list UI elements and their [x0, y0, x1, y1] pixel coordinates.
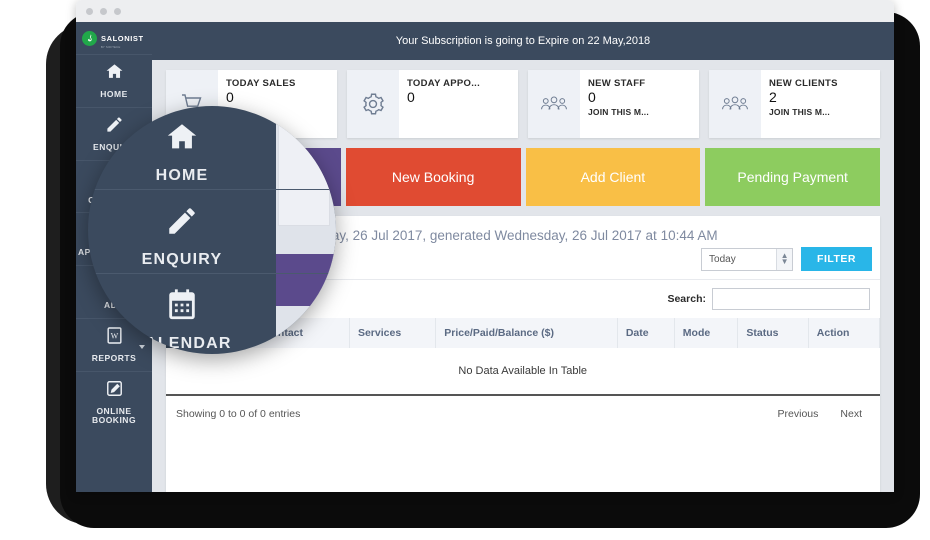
search-label: Search:: [667, 293, 706, 305]
brand-name-block: SALONIST BY SOFTECH: [101, 28, 144, 49]
magnifier-item-calendar-inner: CALENDAR: [88, 274, 276, 353]
period-select[interactable]: Today ▲ ▼: [701, 247, 794, 271]
salonist-logo-icon: [82, 30, 97, 46]
app-body: SALONIST BY SOFTECH HOME ENQUIRY W REPOR…: [76, 22, 894, 492]
brand-tagline: BY SOFTECH: [101, 45, 121, 49]
stat-value: 0: [407, 89, 415, 105]
stat-card-new-staff[interactable]: NEW STAFF 0 JOIN THIS M...: [528, 70, 699, 138]
stat-body: TODAY APPO... 0: [399, 70, 518, 138]
magnifier-item-enquiry-inner: ENQUIRY: [88, 190, 276, 269]
stat-value: 0: [226, 89, 234, 105]
table-body: No Data Available In Table: [166, 348, 880, 396]
table-empty-row: No Data Available In Table: [166, 348, 880, 396]
browser-window: SALONIST BY SOFTECH HOME ENQUIRY W REPOR…: [76, 0, 894, 492]
sidebar-item-home[interactable]: HOME: [76, 54, 152, 107]
stat-card-new-clients[interactable]: NEW CLIENTS 2 JOIN THIS M...: [709, 70, 880, 138]
window-minimize-dot[interactable]: [100, 7, 107, 15]
magnifier-label-calendar: CALENDAR: [132, 335, 232, 352]
column-header-services[interactable]: Services: [349, 318, 437, 348]
filter-button[interactable]: FILTER: [801, 247, 872, 271]
brand-name: SALONIST: [101, 33, 144, 43]
sidebar-item-online-booking[interactable]: ONLINE BOOKING: [76, 370, 152, 434]
browser-titlebar: [76, 0, 894, 22]
search-control: Search:: [667, 288, 870, 310]
stat-title: TODAY SALES: [226, 78, 296, 89]
stat-body: NEW STAFF 0 JOIN THIS M...: [580, 70, 699, 138]
previous-page-button[interactable]: Previous: [778, 408, 819, 420]
magnifier-overlay: HOME ENQUIRY CALENDAR: [88, 106, 336, 354]
magnifier-content: HOME ENQUIRY CALENDAR: [88, 106, 336, 354]
edit-square-icon: [78, 379, 150, 403]
magnifier-item-home[interactable]: HOME: [88, 106, 336, 190]
users-icon: [528, 70, 580, 138]
stat-title: TODAY APPO...: [407, 78, 481, 89]
window-maximize-dot[interactable]: [114, 7, 121, 15]
table-footer: Showing 0 to 0 of 0 entries Previous Nex…: [166, 396, 880, 432]
magnifier-item-home-inner: HOME: [88, 106, 276, 185]
home-icon: [78, 62, 150, 86]
new-booking-button[interactable]: New Booking: [345, 148, 521, 206]
column-header-price[interactable]: Price/Paid/Balance ($): [435, 318, 618, 348]
pending-payment-button[interactable]: Pending Payment: [705, 148, 880, 206]
sidebar-label-home: HOME: [100, 89, 128, 99]
magnifier-label-enquiry: ENQUIRY: [141, 251, 223, 268]
stat-title: NEW CLIENTS: [769, 78, 838, 89]
search-input[interactable]: [712, 288, 870, 310]
magnifier-item-enquiry[interactable]: ENQUIRY: [88, 190, 336, 274]
calendar-icon: [88, 288, 276, 327]
showing-entries-text: Showing 0 to 0 of 0 entries: [176, 408, 301, 420]
sidebar-label-reports: REPORTS: [91, 352, 137, 363]
stat-value: 0: [588, 89, 596, 105]
window-close-dot[interactable]: [86, 7, 93, 15]
column-header-status[interactable]: Status: [737, 318, 809, 348]
column-header-date[interactable]: Date: [617, 318, 675, 348]
empty-state-message: No Data Available In Table: [166, 348, 880, 396]
magnifier-item-calendar[interactable]: CALENDAR: [88, 274, 336, 354]
stat-card-today-appointments[interactable]: TODAY APPO... 0: [347, 70, 518, 138]
next-page-button[interactable]: Next: [840, 408, 862, 420]
stat-sub: JOIN THIS M...: [588, 106, 649, 117]
gear-icon: [347, 70, 399, 138]
home-icon: [88, 120, 276, 159]
stat-value: 2: [769, 89, 777, 105]
users-icon: [709, 70, 761, 138]
column-header-mode[interactable]: Mode: [674, 318, 739, 348]
magnifier-label-home: HOME: [155, 167, 209, 184]
pagination: Previous Next: [778, 408, 870, 420]
add-client-button[interactable]: Add Client: [525, 148, 701, 206]
brand-logo[interactable]: SALONIST BY SOFTECH: [76, 22, 152, 54]
stat-body: NEW CLIENTS 2 JOIN THIS M...: [761, 70, 880, 138]
chevron-updown-icon[interactable]: ▲▼: [776, 248, 793, 270]
pencil-icon: [88, 204, 276, 243]
subscription-banner: Your Subscription is going to Expire on …: [152, 22, 894, 60]
period-select-value: Today: [709, 253, 736, 265]
sidebar-label-online-booking: ONLINE BOOKING: [91, 405, 137, 426]
stat-title: NEW STAFF: [588, 78, 646, 89]
stat-sub: JOIN THIS M...: [769, 106, 830, 117]
column-header-action[interactable]: Action: [808, 318, 881, 348]
